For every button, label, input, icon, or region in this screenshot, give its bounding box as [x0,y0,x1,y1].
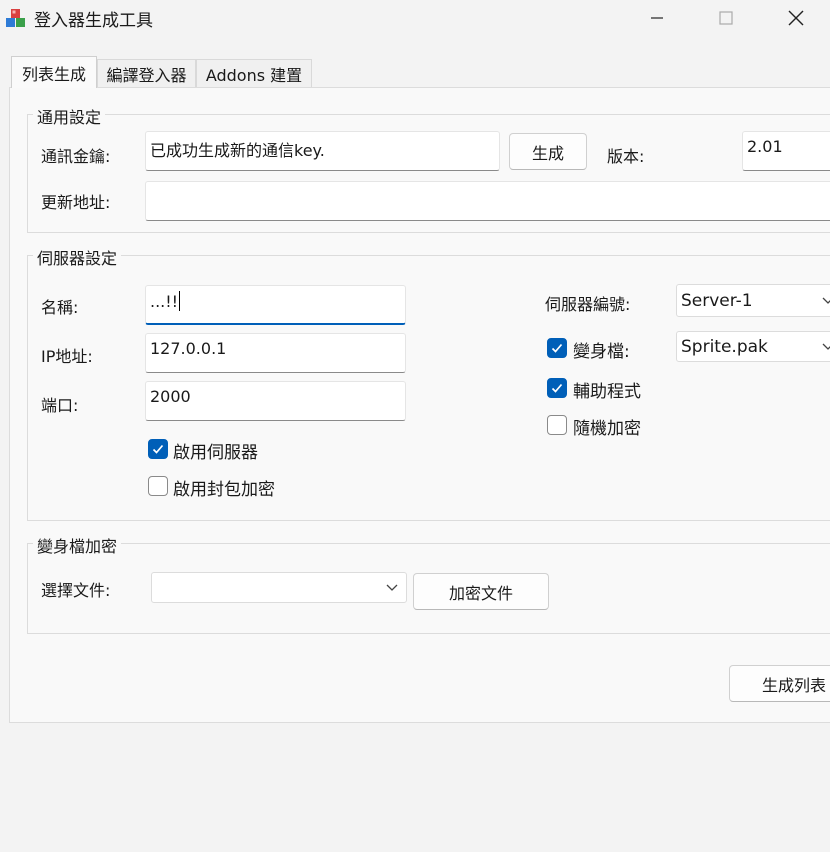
enable-server-label[interactable]: 啟用伺服器 [173,438,258,463]
packet-encrypt-label[interactable]: 啟用封包加密 [173,475,275,500]
chevron-down-icon [822,343,830,350]
update-url-field[interactable] [145,181,830,221]
random-encrypt-label[interactable]: 隨機加密 [573,414,641,439]
server-name-value: ...!! [150,292,179,311]
sprite-checkbox[interactable] [547,338,567,358]
text-caret [179,291,181,311]
tab-compile-launcher[interactable]: 編譯登入器 [97,59,196,87]
general-settings-legend: 通用設定 [33,104,106,128]
sprite-label[interactable]: 變身檔: [573,337,630,362]
tab-addons-build[interactable]: Addons 建置 [196,59,312,87]
minimize-button[interactable] [627,0,687,36]
port-field[interactable]: 2000 [145,381,406,421]
key-label: 通訊金鑰: [41,147,111,166]
select-file-label: 選擇文件: [41,581,111,600]
random-encrypt-checkbox[interactable] [547,415,567,435]
chevron-down-icon [822,297,830,304]
sprite-file-value: Sprite.pak [681,336,768,357]
ip-field[interactable]: 127.0.0.1 [145,333,406,373]
window-title: 登入器生成工具 [34,11,153,31]
server-name-field[interactable]: ...!! [145,285,406,325]
packet-encrypt-checkbox[interactable] [148,476,168,496]
server-number-label: 伺服器編號: [545,295,631,314]
version-label: 版本: [607,147,645,166]
version-field[interactable]: 2.01 [742,131,830,171]
tab-label: 編譯登入器 [106,65,187,85]
helper-label[interactable]: 輔助程式 [573,377,641,402]
server-name-label: 名稱: [41,298,79,317]
tab-list-generate[interactable]: 列表生成 [11,56,97,88]
generate-list-button[interactable]: 生成列表 [729,665,830,702]
checkmark-icon [551,343,563,353]
app-cubes-icon [4,6,28,30]
server-settings-legend: 伺服器設定 [33,245,122,269]
sprite-encrypt-legend: 變身檔加密 [33,533,122,557]
key-field[interactable]: 已成功生成新的通信key. [145,131,500,171]
maximize-icon [719,11,733,25]
checkmark-icon [152,444,164,454]
encrypt-file-button[interactable]: 加密文件 [413,573,549,610]
update-url-label: 更新地址: [41,193,111,212]
enable-server-checkbox[interactable] [148,439,168,459]
maximize-button[interactable] [696,0,756,36]
tab-label: Addons 建置 [205,65,303,85]
tab-label: 列表生成 [21,64,86,84]
server-number-value: Server-1 [681,290,753,311]
helper-checkbox[interactable] [547,378,567,398]
close-button[interactable] [766,0,826,36]
port-label: 端口: [41,396,79,415]
sprite-file-select[interactable]: Sprite.pak [676,331,830,362]
select-file-dropdown[interactable] [151,572,407,603]
server-number-select[interactable]: Server-1 [676,284,830,317]
chevron-down-icon [386,584,398,591]
ip-label: IP地址: [41,347,93,366]
minimize-icon [651,17,663,19]
checkmark-icon [551,383,563,393]
close-icon [788,10,804,26]
generate-key-button[interactable]: 生成 [509,133,587,170]
